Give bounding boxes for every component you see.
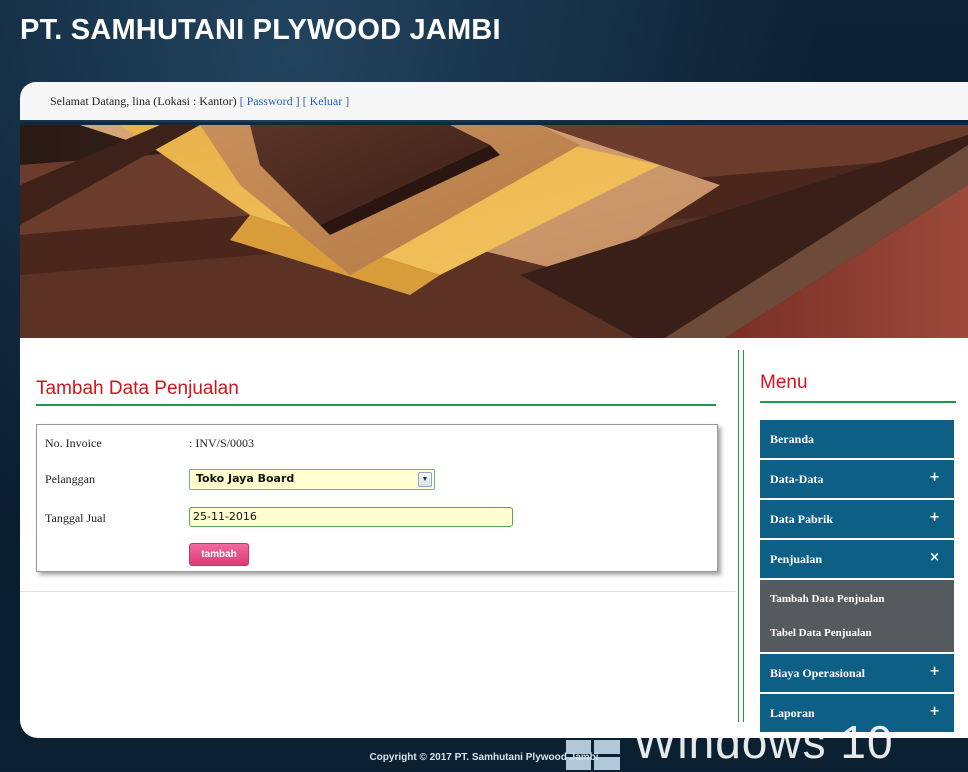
add-button[interactable]: tambah <box>189 543 249 566</box>
sale-date-input[interactable]: 25-11-2016 <box>189 507 513 527</box>
sidebar-item-label: Data Pabrik <box>770 512 833 526</box>
password-link[interactable]: [ Password ] <box>240 94 300 108</box>
submenu-item-label: Tambah Data Penjualan <box>770 593 885 605</box>
content-divider <box>20 591 736 592</box>
plywood-boards-image <box>20 125 968 341</box>
sidebar-item-biaya-operasional[interactable]: Biaya Operasional + <box>760 654 954 692</box>
sidebar-item-beranda[interactable]: Beranda <box>760 420 954 458</box>
windows-watermark-text: Windows 10 <box>633 716 894 768</box>
title-underline <box>36 404 716 406</box>
content-panel: Tambah Data Penjualan No. Invoice : INV/… <box>20 338 968 738</box>
customer-label: Pelanggan <box>45 472 95 486</box>
sidebar-item-label: Beranda <box>770 432 815 446</box>
submenu-item-tambah-penjualan[interactable]: Tambah Data Penjualan <box>760 582 954 616</box>
site-title: PT. SAMHUTANI PLYWOOD JAMBI <box>20 14 501 46</box>
sidebar-item-label: Penjualan <box>770 552 823 566</box>
plus-icon: + <box>929 664 940 679</box>
customer-selected-value: Toko Jaya Board <box>196 472 295 485</box>
banner-image <box>20 122 968 341</box>
logout-link[interactable]: [ Keluar ] <box>303 94 350 108</box>
sidebar-item-data-pabrik[interactable]: Data Pabrik + <box>760 500 954 538</box>
sidebar-divider <box>738 350 744 722</box>
invoice-value: : INV/S/0003 <box>189 436 255 450</box>
welcome-text-row: Selamat Datang, lina (Lokasi : Kantor) [… <box>50 94 349 109</box>
plus-icon: + <box>929 704 940 719</box>
customer-select[interactable]: Toko Jaya Board ▼ <box>189 469 435 490</box>
footer-copyright: Copyright © 2017 PT. Samhutani Plywood J… <box>369 752 599 763</box>
sale-date-value: 25-11-2016 <box>193 510 257 523</box>
invoice-label: No. Invoice <box>45 436 102 450</box>
sidebar-menu: Beranda Data-Data + Data Pabrik + Penjua… <box>760 420 954 734</box>
close-icon: × <box>929 550 940 565</box>
penjualan-submenu: Tambah Data Penjualan Tabel Data Penjual… <box>760 580 954 652</box>
date-label: Tanggal Jual <box>45 511 106 525</box>
menu-underline <box>760 401 956 403</box>
submenu-item-tabel-penjualan[interactable]: Tabel Data Penjualan <box>760 616 954 650</box>
page-title: Tambah Data Penjualan <box>36 378 239 399</box>
welcome-bar: Selamat Datang, lina (Lokasi : Kantor) [… <box>20 82 968 120</box>
submenu-item-label: Tabel Data Penjualan <box>770 627 872 639</box>
sales-form: No. Invoice : INV/S/0003 Pelanggan Toko … <box>36 424 718 572</box>
welcome-greeting: Selamat Datang, lina (Lokasi : Kantor) <box>50 94 237 108</box>
plus-icon: + <box>929 470 940 485</box>
chevron-down-icon[interactable]: ▼ <box>418 472 432 487</box>
menu-title: Menu <box>760 372 808 393</box>
sidebar-item-label: Data-Data <box>770 472 824 486</box>
sidebar-item-label: Biaya Operasional <box>770 666 866 680</box>
sidebar-item-data-data[interactable]: Data-Data + <box>760 460 954 498</box>
sidebar-item-penjualan[interactable]: Penjualan × <box>760 540 954 578</box>
plus-icon: + <box>929 510 940 525</box>
